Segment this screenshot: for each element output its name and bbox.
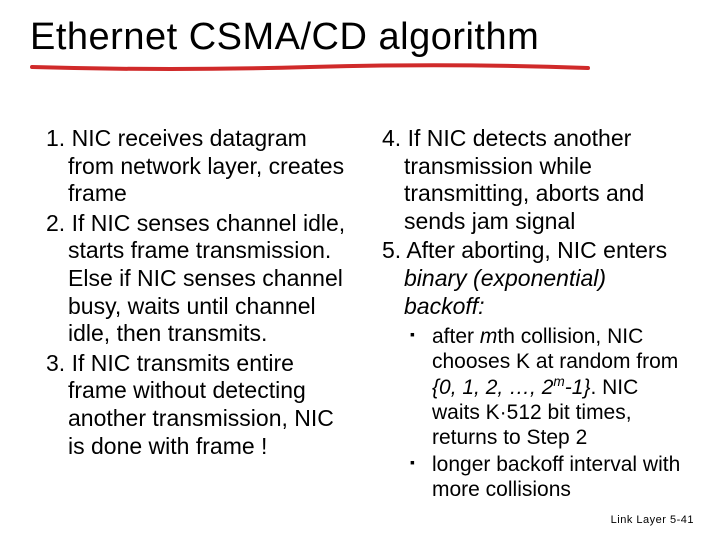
step-5: 5. After aborting, NIC enters binary (ex…	[366, 237, 690, 320]
bullet-longer-interval: longer backoff interval with more collis…	[410, 452, 690, 502]
step-text: If NIC senses channel idle, starts frame…	[68, 210, 345, 346]
step-text: After aborting, NIC enters binary (expon…	[404, 237, 667, 318]
step-number: 3.	[46, 350, 65, 376]
step-number: 4.	[382, 125, 401, 151]
step-number: 1.	[46, 125, 65, 151]
step-text: If NIC transmits entire frame without de…	[68, 350, 334, 459]
slide-footer: Link Layer 5-41	[611, 514, 694, 526]
step-4: 4. If NIC detects another transmission w…	[366, 125, 690, 235]
step-number: 2.	[46, 210, 65, 236]
step-text: If NIC detects another transmission whil…	[404, 125, 644, 234]
title-underline	[30, 63, 590, 73]
right-column: 4. If NIC detects another transmission w…	[364, 125, 690, 504]
left-column: 1. NIC receives datagram from network la…	[30, 125, 356, 504]
step-2: 2. If NIC senses channel idle, starts fr…	[30, 210, 354, 348]
backoff-sublist: after mth collision, NIC chooses K at ra…	[366, 324, 690, 502]
backoff-term: binary (exponential) backoff:	[404, 265, 606, 319]
step-1: 1. NIC receives datagram from network la…	[30, 125, 354, 208]
step-number: 5.	[382, 237, 401, 263]
step-3: 3. If NIC transmits entire frame without…	[30, 350, 354, 460]
step-text: NIC receives datagram from network layer…	[68, 125, 344, 206]
bullet-backoff-rule: after mth collision, NIC chooses K at ra…	[410, 324, 690, 450]
content-columns: 1. NIC receives datagram from network la…	[30, 125, 690, 504]
slide-title: Ethernet CSMA/CD algorithm	[30, 16, 690, 59]
